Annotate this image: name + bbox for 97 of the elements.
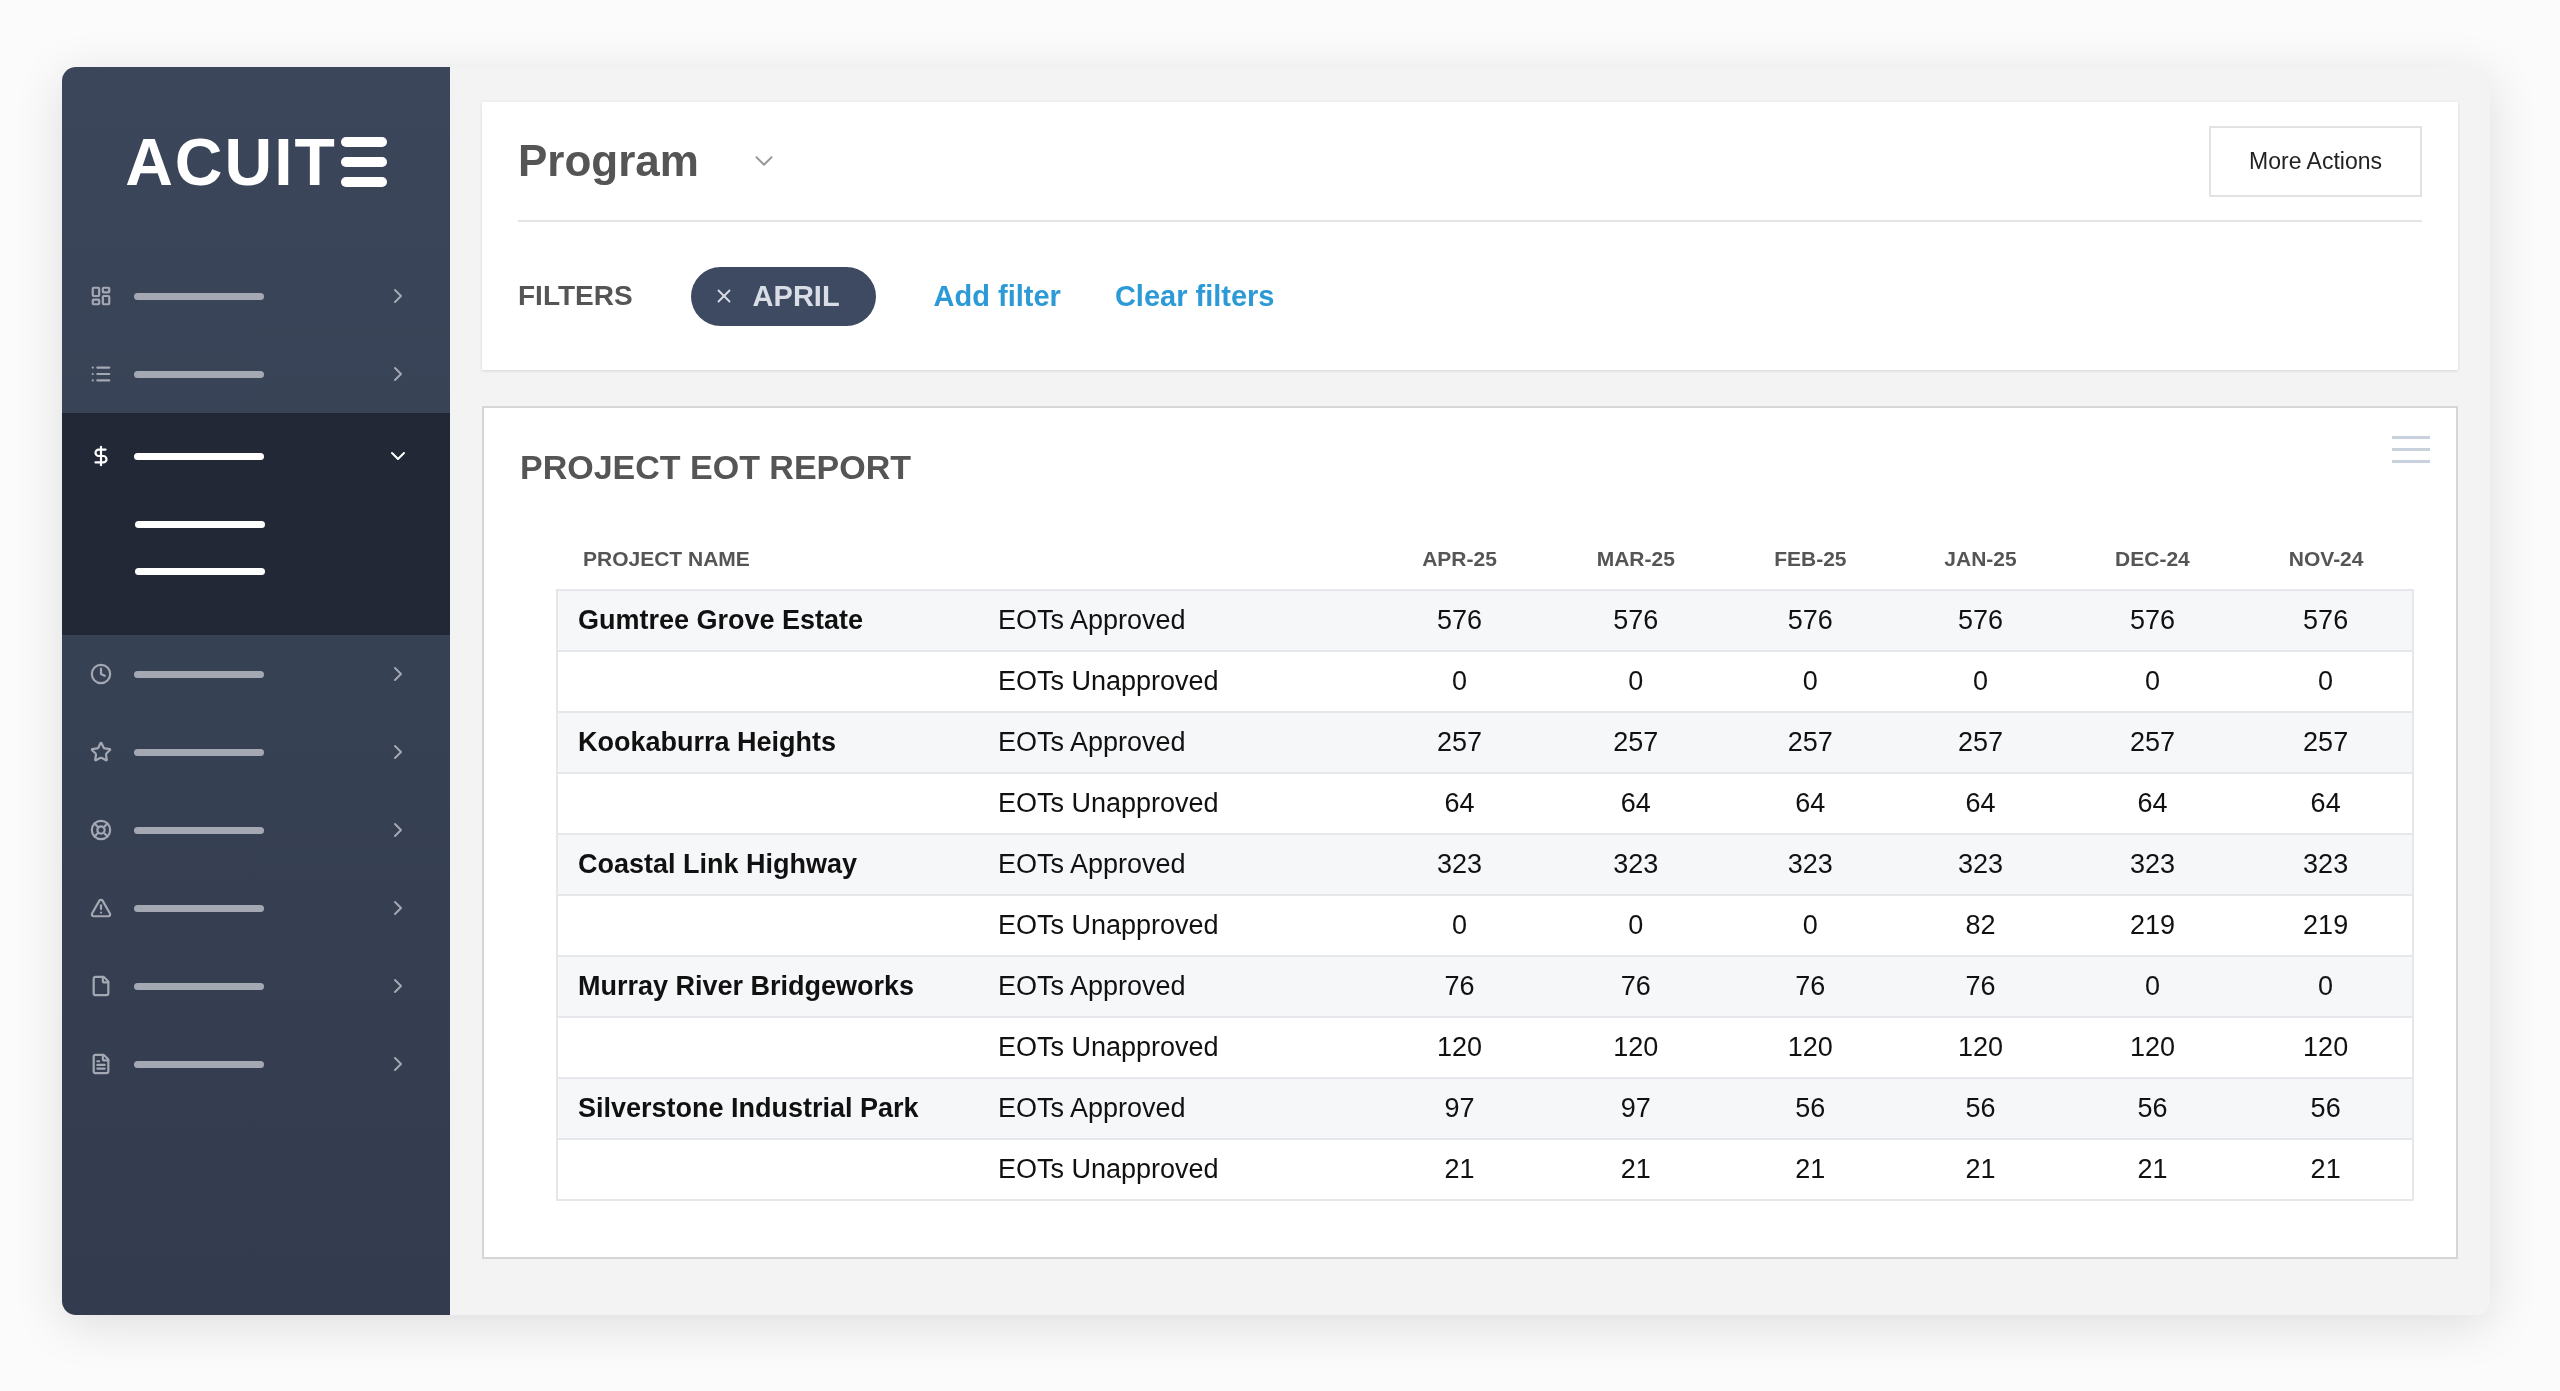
column-header: APR-25 (1422, 547, 1497, 570)
value-cell: 257 (1787, 727, 1833, 757)
value-cell: 64 (1965, 788, 1996, 818)
value-cell: 76 (1795, 971, 1826, 1001)
value-cell: 120 (1613, 1032, 1659, 1062)
value-cell: 56 (2310, 1093, 2341, 1123)
column-header: NOV-24 (2288, 547, 2364, 570)
project-name: Gumtree Grove Estate (578, 605, 864, 635)
value-cell: 0 (1451, 910, 1467, 940)
value-cell: 576 (1957, 605, 2004, 635)
logo-bars-icon (340, 137, 387, 187)
metric-label: EOTs Unapproved (998, 1154, 1219, 1184)
dashboard-icon (90, 285, 112, 307)
filter-chip[interactable]: APRIL (690, 266, 876, 326)
value-cell: 219 (2129, 910, 2175, 940)
value-cell: 219 (2303, 910, 2349, 940)
metric-label: EOTs Approved (998, 849, 1186, 879)
value-cell: 0 (1802, 910, 1818, 940)
value-cell: 323 (2129, 849, 2175, 879)
value-cell: 82 (1965, 910, 1996, 940)
value-cell: 120 (1957, 1032, 2004, 1062)
column-header: JAN-25 (1944, 547, 2017, 570)
value-cell: 576 (1613, 605, 1659, 635)
project-name: Murray River Bridgeworks (578, 971, 915, 1001)
value-cell: 576 (1787, 605, 1833, 635)
value-cell: 0 (1802, 666, 1818, 696)
project-name: Coastal Link Highway (578, 849, 858, 879)
value-cell: 56 (2137, 1093, 2168, 1123)
value-cell: 323 (1613, 849, 1659, 879)
metric-label: EOTs Approved (998, 971, 1186, 1001)
value-cell: 576 (2303, 605, 2349, 635)
value-cell: 257 (1957, 727, 2004, 757)
metric-label: EOTs Approved (998, 1093, 1186, 1123)
value-cell: 0 (2318, 666, 2334, 696)
report-title: PROJECT EOT REPORT (520, 448, 913, 487)
value-cell: 21 (2310, 1154, 2341, 1184)
metric-label: EOTs Approved (998, 605, 1186, 635)
value-cell: 97 (1620, 1093, 1651, 1123)
value-cell: 64 (1795, 788, 1826, 818)
column-header: MAR-25 (1596, 547, 1675, 570)
value-cell: 56 (1795, 1093, 1826, 1123)
value-cell: 120 (2129, 1032, 2175, 1062)
value-cell: 64 (2137, 788, 2168, 818)
value-cell: 0 (2144, 666, 2160, 696)
value-cell: 64 (1620, 788, 1651, 818)
value-cell: 257 (2303, 727, 2349, 757)
value-cell: 323 (1787, 849, 1833, 879)
column-header: PROJECT NAME (583, 547, 750, 570)
filters-label: FILTERS (518, 280, 633, 312)
value-cell: 120 (1436, 1032, 1482, 1062)
value-cell: 120 (1787, 1032, 1833, 1062)
metric-label: EOTs Unapproved (998, 910, 1219, 940)
list-icon (90, 363, 112, 385)
lifebuoy-icon (90, 819, 112, 841)
value-cell: 21 (2137, 1154, 2168, 1184)
more-actions-button[interactable]: More Actions (2209, 125, 2422, 197)
value-cell: 323 (1957, 849, 2004, 879)
star-icon (90, 741, 112, 763)
metric-label: EOTs Unapproved (998, 666, 1219, 696)
value-cell: 257 (2129, 727, 2175, 757)
value-cell: 56 (1965, 1093, 1996, 1123)
warning-icon (90, 897, 112, 919)
value-cell: 257 (1613, 727, 1659, 757)
value-cell: 0 (1451, 666, 1467, 696)
metric-label: EOTs Unapproved (998, 1032, 1219, 1062)
document-icon (90, 1053, 112, 1075)
page-title: Program (518, 136, 699, 186)
column-header: FEB-25 (1774, 547, 1847, 570)
value-cell: 0 (1628, 666, 1644, 696)
value-cell: 64 (2310, 788, 2341, 818)
value-cell: 76 (1965, 971, 1996, 1001)
value-cell: 76 (1444, 971, 1475, 1001)
metric-label: EOTs Unapproved (998, 788, 1219, 818)
value-cell: 21 (1795, 1154, 1826, 1184)
value-cell: 97 (1444, 1093, 1475, 1123)
value-cell: 323 (1436, 849, 1482, 879)
value-cell: 257 (1436, 727, 1482, 757)
value-cell: 0 (2144, 971, 2160, 1001)
value-cell: 323 (2303, 849, 2349, 879)
column-header: DEC-24 (2115, 547, 2190, 570)
logo-text: ACUIT (125, 124, 337, 200)
project-name: Silverstone Industrial Park (578, 1093, 919, 1123)
value-cell: 576 (1436, 605, 1482, 635)
metric-label: EOTs Approved (998, 727, 1186, 757)
value-cell: 76 (1620, 971, 1651, 1001)
project-name: Kookaburra Heights (578, 727, 837, 757)
value-cell: 0 (2318, 971, 2334, 1001)
value-cell: 21 (1965, 1154, 1996, 1184)
value-cell: 21 (1444, 1154, 1475, 1184)
file-icon (90, 975, 112, 997)
value-cell: 120 (2303, 1032, 2349, 1062)
value-cell: 576 (2129, 605, 2175, 635)
value-cell: 64 (1444, 788, 1475, 818)
value-cell: 0 (1628, 910, 1644, 940)
value-cell: 0 (1973, 666, 1988, 696)
value-cell: 21 (1620, 1154, 1651, 1184)
clock-icon (90, 663, 112, 685)
